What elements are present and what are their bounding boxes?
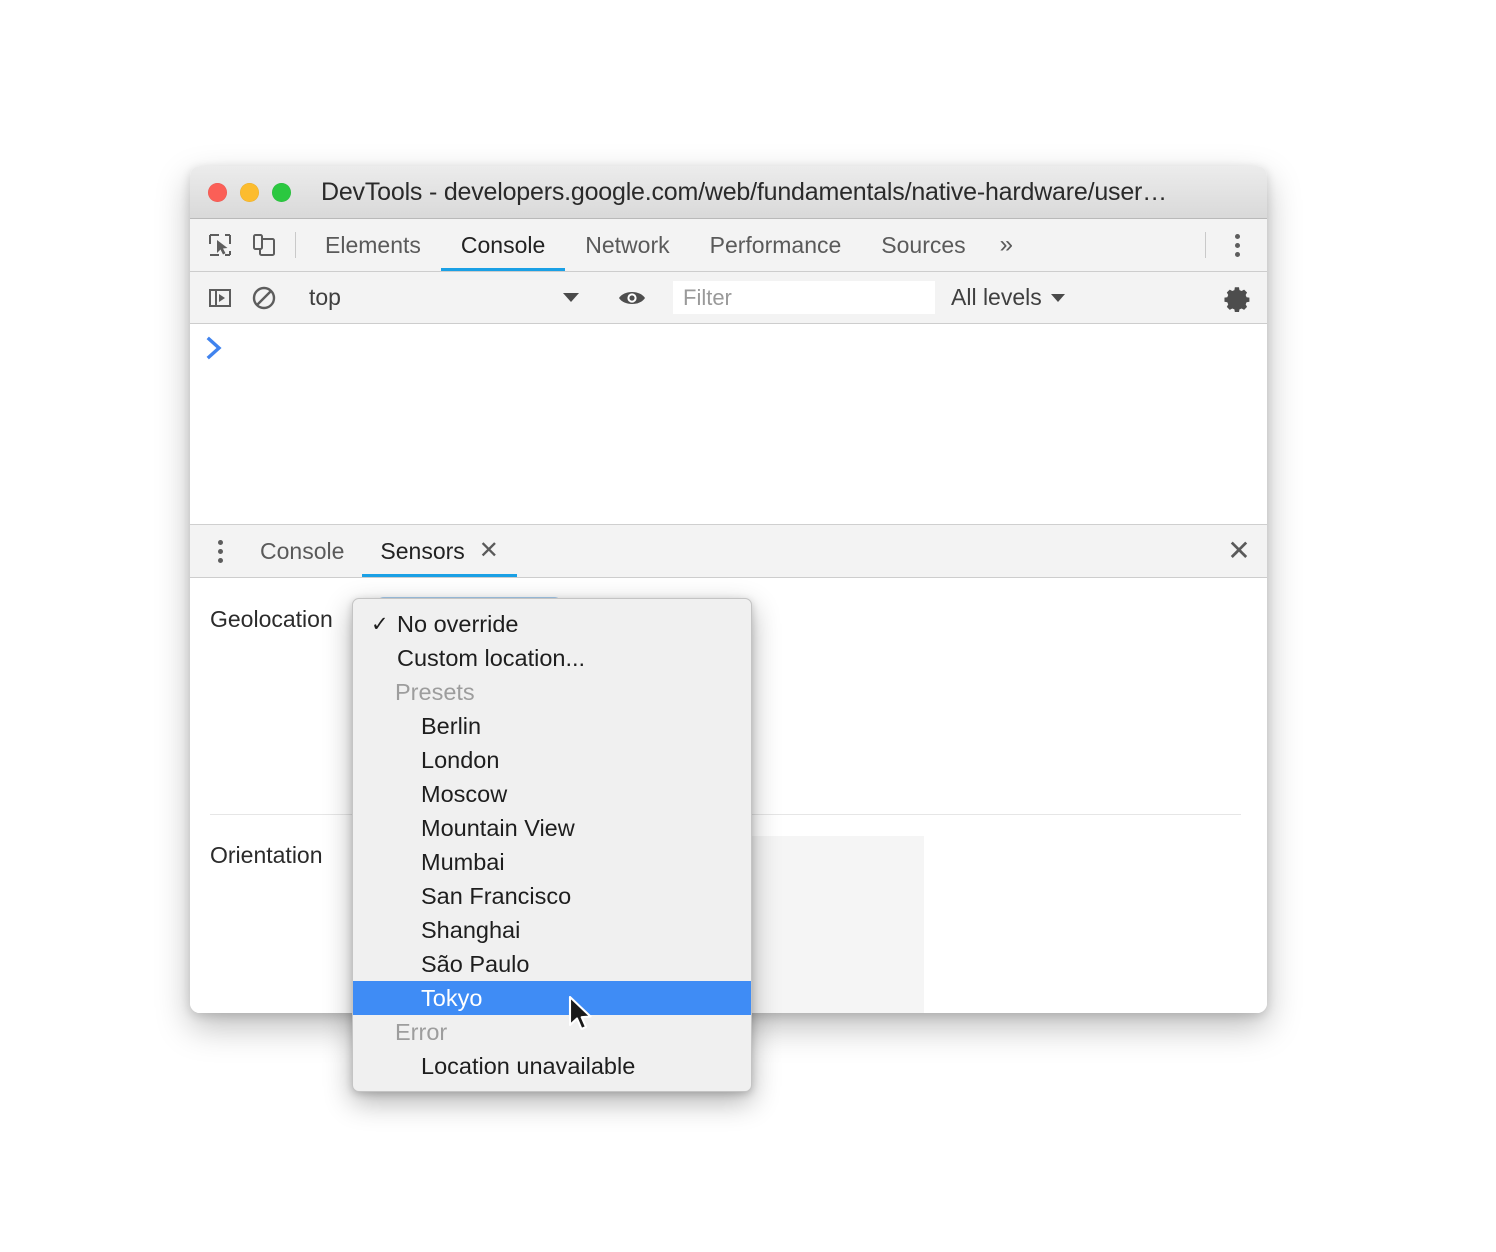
tab-label: Elements	[325, 231, 421, 258]
menu-item-label: London	[421, 746, 500, 773]
menu-item-label: Berlin	[421, 712, 482, 739]
menu-item-no-override[interactable]: ✓ No override	[353, 607, 751, 641]
main-menu-kebab-icon[interactable]	[1215, 219, 1259, 271]
log-levels-select[interactable]: All levels	[951, 284, 1065, 311]
tab-network[interactable]: Network	[565, 219, 689, 271]
menu-item-moscow[interactable]: Moscow	[353, 777, 751, 811]
maximize-window-button[interactable]	[272, 182, 291, 202]
drawer-tab-sensors[interactable]: Sensors ✕	[362, 525, 518, 577]
device-toolbar-icon[interactable]	[242, 219, 286, 271]
menu-item-label: Mumbai	[421, 848, 505, 875]
traffic-lights	[208, 182, 291, 202]
menu-item-label: Location unavailable	[421, 1052, 636, 1079]
tab-label: Performance	[709, 231, 842, 258]
live-expression-eye-icon[interactable]	[610, 287, 654, 309]
inspect-element-icon[interactable]	[198, 219, 242, 271]
menu-item-location-unavailable[interactable]: Location unavailable	[353, 1049, 751, 1083]
tab-performance[interactable]: Performance	[690, 219, 862, 271]
geolocation-dropdown-menu[interactable]: ✓ No override Custom location... Presets…	[352, 598, 752, 1092]
menu-item-label: Shanghai	[421, 916, 521, 943]
settings-gear-icon[interactable]	[1215, 284, 1259, 312]
checkmark-icon: ✓	[371, 612, 389, 636]
toolbar-divider-right	[1205, 232, 1206, 258]
chevron-down-icon	[1050, 293, 1065, 302]
tab-console[interactable]: Console	[440, 219, 566, 271]
tab-elements[interactable]: Elements	[305, 219, 441, 271]
tab-label: Network	[585, 231, 670, 258]
menu-group-label: Error	[395, 1018, 448, 1045]
console-filter-toolbar: top All levels	[190, 272, 1267, 324]
menu-item-mountain-view[interactable]: Mountain View	[353, 811, 751, 845]
console-output-area[interactable]	[190, 324, 1267, 525]
window-title: DevTools - developers.google.com/web/fun…	[321, 177, 1167, 206]
tab-sources[interactable]: Sources	[861, 219, 985, 271]
drawer-tabbar-spacer	[517, 525, 1211, 577]
close-drawer-icon[interactable]: ✕	[1211, 525, 1267, 577]
execution-context-value: top	[309, 284, 341, 310]
clear-console-icon[interactable]	[242, 285, 286, 311]
chevron-down-icon	[563, 293, 579, 302]
menu-item-label: San Francisco	[421, 882, 572, 909]
drawer-more-tabs-kebab-icon[interactable]	[198, 525, 242, 577]
menu-item-berlin[interactable]: Berlin	[353, 709, 751, 743]
menu-item-mumbai[interactable]: Mumbai	[353, 845, 751, 879]
drawer-tabbar: Console Sensors ✕ ✕	[190, 525, 1267, 578]
log-levels-value: All levels	[951, 284, 1042, 310]
menu-item-label: Tokyo	[421, 984, 483, 1011]
drawer-tab-console[interactable]: Console	[242, 525, 362, 577]
more-tabs-chevron-icon[interactable]: »	[986, 219, 1027, 271]
menu-item-custom-location[interactable]: Custom location...	[353, 641, 751, 675]
menu-item-label: São Paulo	[421, 950, 530, 977]
drawer-tab-label: Console	[260, 537, 345, 564]
main-toolbar: Elements Console Network Performance Sou…	[190, 219, 1267, 272]
menu-item-label: Moscow	[421, 780, 508, 807]
menu-item-shanghai[interactable]: Shanghai	[353, 913, 751, 947]
menu-group-error: Error	[353, 1015, 751, 1049]
drawer-tab-label: Sensors	[380, 537, 465, 564]
tab-label: Sources	[881, 231, 966, 258]
menu-group-label: Presets	[395, 678, 475, 705]
toolbar-divider	[295, 232, 296, 258]
window-title-bar: DevTools - developers.google.com/web/fun…	[190, 166, 1267, 219]
menu-item-label: Custom location...	[397, 644, 586, 671]
menu-item-london[interactable]: London	[353, 743, 751, 777]
menu-item-tokyo[interactable]: Tokyo	[353, 981, 751, 1015]
execution-context-select[interactable]: top	[305, 272, 591, 323]
close-window-button[interactable]	[208, 182, 227, 202]
menu-item-label: No override	[397, 610, 519, 637]
more-tabs-label: »	[999, 231, 1014, 258]
close-tab-icon[interactable]: ✕	[479, 539, 499, 563]
menu-item-san-francisco[interactable]: San Francisco	[353, 879, 751, 913]
filter-input[interactable]	[673, 281, 935, 314]
console-prompt-chevron-icon	[206, 336, 224, 365]
menu-item-sao-paulo[interactable]: São Paulo	[353, 947, 751, 981]
menu-group-presets: Presets	[353, 675, 751, 709]
tab-label: Console	[460, 231, 546, 258]
console-sidebar-icon[interactable]	[198, 285, 242, 311]
minimize-window-button[interactable]	[240, 182, 259, 202]
menu-item-label: Mountain View	[421, 814, 575, 841]
